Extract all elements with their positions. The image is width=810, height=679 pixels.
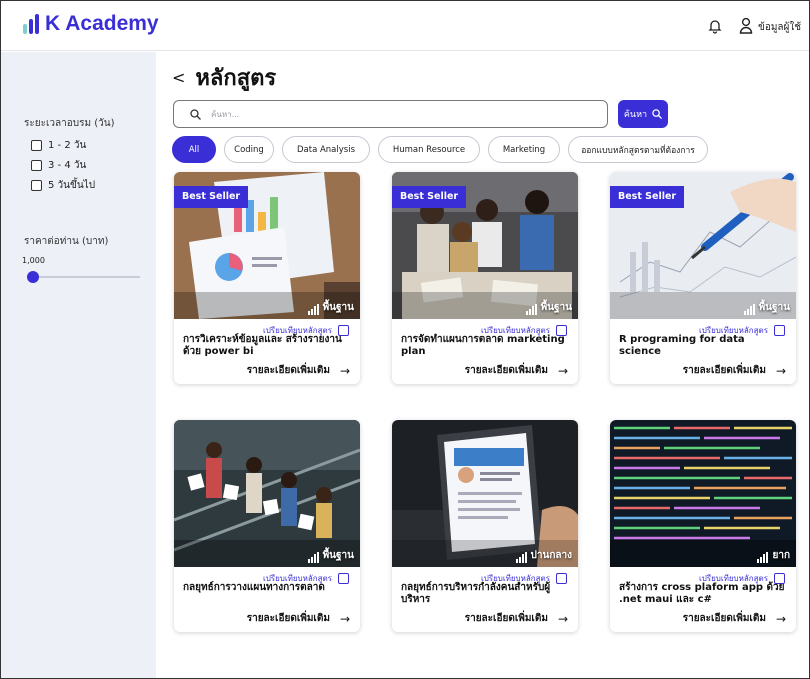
- checkbox-label: 3 - 4 วัน: [48, 160, 87, 171]
- category-chips: All Coding Data Analysis Human Resource …: [172, 136, 708, 163]
- best-seller-badge: Best Seller: [392, 186, 467, 208]
- course-title: การจัดทำแผนการตลาด marketing plan: [401, 334, 565, 357]
- duration-option-5-plus[interactable]: 5 วันขึ้นไป: [31, 178, 95, 193]
- checkbox[interactable]: [31, 140, 42, 151]
- level-label: พื้นฐาน: [322, 302, 354, 313]
- course-card[interactable]: Best Seller พื้นฐาน เปรียบเทียบหลักสูตร …: [392, 172, 578, 384]
- signal-bars-icon: [743, 304, 755, 315]
- duration-filter-title: ระยะเวลาอบรม (วัน): [24, 118, 115, 129]
- main-content: < หลักสูตร ค้นหา... ค้นหา All Coding Dat…: [156, 52, 809, 678]
- course-title: กลยุทธ์การวางแผนทางการตลาด: [183, 582, 325, 593]
- level-indicator: พื้นฐาน: [307, 548, 354, 563]
- search-input[interactable]: ค้นหา...: [211, 108, 239, 121]
- chip-coding[interactable]: Coding: [224, 136, 274, 163]
- duration-option-1-2[interactable]: 1 - 2 วัน: [31, 138, 86, 153]
- signal-bars-icon: [757, 552, 769, 563]
- course-title: R programing for data science: [619, 334, 745, 357]
- signal-bars-icon: [515, 552, 527, 563]
- more-details-link[interactable]: รายละเอียดเพิ่มเติม →: [247, 611, 350, 626]
- search-button-label: ค้นหา: [623, 110, 648, 120]
- level-indicator: พื้นฐาน: [525, 300, 572, 315]
- logo-icon: [23, 14, 39, 34]
- search-box[interactable]: ค้นหา...: [173, 100, 608, 128]
- duration-option-3-4[interactable]: 3 - 4 วัน: [31, 158, 86, 173]
- course-title: สร้างการ cross plaform app ด้วย .net mau…: [619, 582, 785, 605]
- level-label: พื้นฐาน: [758, 302, 790, 313]
- signal-bars-icon: [307, 304, 319, 315]
- more-details-link[interactable]: รายละเอียดเพิ่มเติม →: [683, 611, 786, 626]
- level-indicator: ปานกลาง: [515, 548, 572, 563]
- price-slider-thumb[interactable]: [27, 271, 39, 283]
- user-icon[interactable]: [739, 17, 753, 35]
- course-card[interactable]: Best Seller พื้นฐาน เปรียบเทียบหลักสูตร …: [610, 172, 796, 384]
- more-details-link[interactable]: รายละเอียดเพิ่มเติม →: [465, 363, 568, 378]
- top-bar: K Academy ข้อมูลผู้ใช้: [1, 1, 809, 51]
- level-label: ปานกลาง: [530, 550, 572, 561]
- filter-sidebar: ระยะเวลาอบรม (วัน) 1 - 2 วัน 3 - 4 วัน 5…: [1, 52, 156, 678]
- arrow-right-icon: →: [557, 611, 568, 626]
- more-details-link[interactable]: รายละเอียดเพิ่มเติม →: [683, 363, 786, 378]
- price-filter-title: ราคาต่อท่าน (บาท): [24, 236, 109, 247]
- level-indicator: ยาก: [757, 548, 790, 563]
- chip-marketing[interactable]: Marketing: [488, 136, 560, 163]
- price-slider-track[interactable]: [32, 276, 140, 278]
- more-details-label: รายละเอียดเพิ่มเติม: [246, 365, 330, 376]
- search-icon: [652, 109, 663, 119]
- level-indicator: พื้นฐาน: [307, 300, 354, 315]
- bell-icon[interactable]: [707, 18, 723, 34]
- search-button[interactable]: ค้นหา: [618, 100, 668, 128]
- course-card[interactable]: Best Seller พื้นฐาน เปรียบเทียบหลักสูตร …: [174, 172, 360, 384]
- arrow-right-icon: →: [775, 611, 786, 626]
- course-card[interactable]: ปานกลาง เปรียบเทียบหลักสูตร กลยุทธ์การบร…: [392, 420, 578, 632]
- more-details-label: รายละเอียดเพิ่มเติม: [682, 365, 766, 376]
- level-indicator: พื้นฐาน: [743, 300, 790, 315]
- user-profile-link[interactable]: ข้อมูลผู้ใช้: [758, 20, 801, 35]
- arrow-right-icon: →: [775, 363, 786, 378]
- course-card[interactable]: พื้นฐาน เปรียบเทียบหลักสูตร กลยุทธ์การวา…: [174, 420, 360, 632]
- page-header: < หลักสูตร: [172, 60, 276, 95]
- course-image-code-screen: [610, 420, 796, 567]
- page-title: หลักสูตร: [195, 66, 277, 91]
- more-details-label: รายละเอียดเพิ่มเติม: [464, 365, 548, 376]
- arrow-right-icon: →: [339, 611, 350, 626]
- more-details-label: รายละเอียดเพิ่มเติม: [682, 613, 766, 624]
- course-title: กลยุทธ์การบริหารกำลังคนสำหรับผู้บริหาร: [401, 582, 551, 605]
- level-label: ยาก: [772, 550, 790, 561]
- chip-data-analysis[interactable]: Data Analysis: [282, 136, 370, 163]
- level-label: พื้นฐาน: [322, 550, 354, 561]
- course-image-resume-clipboard: [392, 420, 578, 567]
- best-seller-badge: Best Seller: [610, 186, 685, 208]
- more-details-label: รายละเอียดเพิ่มเติม: [464, 613, 548, 624]
- signal-bars-icon: [307, 552, 319, 563]
- course-card[interactable]: ยาก เปรียบเทียบหลักสูตร สร้างการ cross p…: [610, 420, 796, 632]
- chevron-left-icon[interactable]: <: [172, 68, 185, 87]
- best-seller-badge: Best Seller: [174, 186, 249, 208]
- price-value: 1,000: [22, 256, 45, 265]
- checkbox[interactable]: [31, 180, 42, 191]
- course-image-marketing-team: [174, 420, 360, 567]
- more-details-link[interactable]: รายละเอียดเพิ่มเติม →: [465, 611, 568, 626]
- level-label: พื้นฐาน: [540, 302, 572, 313]
- chip-custom-course[interactable]: ออกแบบหลักสูตรตามที่ต้องการ: [568, 136, 708, 163]
- more-details-label: รายละเอียดเพิ่มเติม: [246, 613, 330, 624]
- arrow-right-icon: →: [339, 363, 350, 378]
- logo-text: K Academy: [45, 12, 159, 35]
- checkbox-label: 1 - 2 วัน: [48, 140, 87, 151]
- signal-bars-icon: [525, 304, 537, 315]
- arrow-right-icon: →: [557, 363, 568, 378]
- chip-all[interactable]: All: [172, 136, 216, 163]
- chip-human-resource[interactable]: Human Resource: [378, 136, 480, 163]
- more-details-link[interactable]: รายละเอียดเพิ่มเติม →: [247, 363, 350, 378]
- course-title: การวิเคราะห์ข้อมูลและ สร้างรายงานด้วย po…: [183, 334, 342, 357]
- checkbox[interactable]: [31, 160, 42, 171]
- search-icon: [190, 108, 201, 120]
- logo[interactable]: K Academy: [23, 12, 159, 36]
- checkbox-label: 5 วันขึ้นไป: [48, 180, 96, 191]
